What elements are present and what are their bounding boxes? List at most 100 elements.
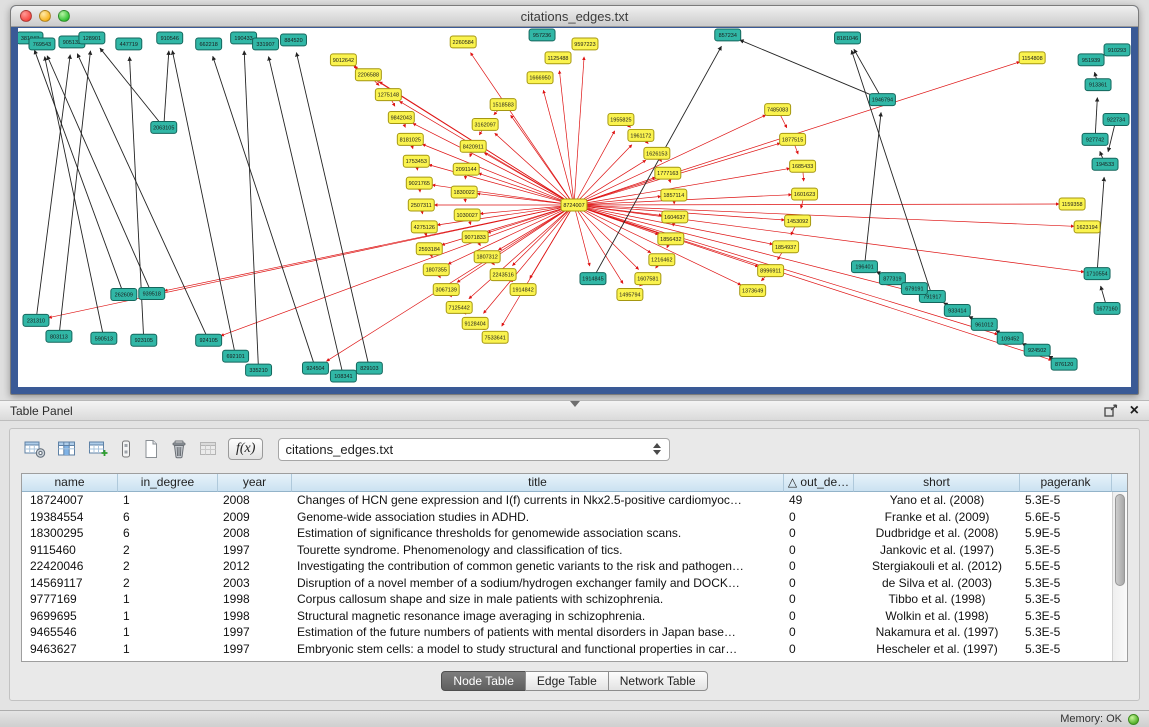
graph-node[interactable]: 2260584 (450, 36, 476, 48)
table-row[interactable]: 911546021997Tourette syndrome. Phenomeno… (22, 542, 1112, 559)
graph-node[interactable]: 1854937 (773, 241, 799, 253)
graph-node[interactable]: 910293 (1104, 44, 1130, 56)
graph-edge[interactable] (854, 49, 880, 94)
graph-edge[interactable] (543, 90, 572, 199)
graph-edge[interactable] (795, 145, 798, 154)
graph-edge[interactable] (574, 57, 584, 199)
graph-node[interactable]: 196401 (852, 261, 878, 273)
graph-node[interactable]: 231310 (23, 314, 49, 326)
create-column-button[interactable] (141, 437, 161, 461)
column-header-in_degree[interactable]: in_degree (118, 474, 218, 492)
graph-node[interactable]: 590513 (91, 332, 117, 344)
graph-edge[interactable] (1095, 98, 1097, 134)
close-panel-icon[interactable]: × (1130, 403, 1139, 419)
graph-node[interactable]: 1518583 (490, 99, 516, 111)
graph-edge[interactable] (172, 51, 234, 351)
graph-edge[interactable] (37, 55, 70, 315)
graph-edge[interactable] (1095, 72, 1097, 79)
graph-node[interactable]: 924502 (1024, 344, 1050, 356)
graph-node[interactable]: 1877515 (780, 133, 806, 145)
graph-edge[interactable] (852, 50, 931, 291)
graph-node[interactable]: 1753453 (403, 155, 429, 167)
graph-node[interactable]: 924105 (196, 334, 222, 346)
graph-node[interactable]: 829103 (356, 362, 382, 374)
graph-node[interactable]: 1601623 (792, 188, 818, 200)
close-window-button[interactable] (20, 10, 32, 22)
graph-edge[interactable] (577, 131, 615, 200)
graph-node[interactable]: 335210 (246, 364, 272, 376)
zoom-window-button[interactable] (58, 10, 70, 22)
graph-node[interactable]: 961012 (971, 318, 997, 330)
graph-node[interactable]: 2206588 (355, 69, 381, 81)
graph-node[interactable]: 9012642 (330, 54, 356, 66)
panel-resize-notch-icon[interactable] (570, 401, 580, 407)
graph-node[interactable]: 1830022 (451, 186, 477, 198)
graph-node[interactable]: 1453092 (785, 215, 811, 227)
column-header-out_degree[interactable]: △ out_de… (784, 474, 854, 492)
table-mode-button[interactable] (22, 437, 48, 461)
graph-node[interactable]: 933414 (944, 304, 970, 316)
graph-edge[interactable] (213, 56, 314, 362)
column-header-short[interactable]: short (854, 474, 1020, 492)
graph-node[interactable]: 7533641 (482, 331, 508, 343)
graph-edge[interactable] (803, 172, 804, 181)
window-titlebar[interactable]: citations_edges.txt (11, 6, 1138, 27)
graph-node[interactable]: 951939 (1078, 54, 1104, 66)
graph-edge[interactable] (244, 51, 258, 364)
row-selection-button[interactable] (118, 437, 134, 461)
graph-node[interactable]: 877319 (879, 273, 905, 285)
graph-edge[interactable] (580, 207, 920, 294)
table-row[interactable]: 1938455462009Genome-wide association stu… (22, 509, 1112, 526)
function-builder-button[interactable]: f(x) (228, 438, 263, 460)
graph-node[interactable]: 9128404 (462, 317, 488, 329)
show-columns-button[interactable] (55, 437, 79, 461)
graph-node[interactable]: 447719 (116, 38, 142, 50)
graph-node[interactable]: 1807312 (474, 251, 500, 263)
graph-node[interactable]: 9021765 (406, 177, 432, 189)
tab-edge-table[interactable]: Edge Table (525, 671, 609, 691)
graph-edge[interactable] (1100, 151, 1103, 158)
graph-node[interactable]: 803113 (46, 330, 72, 342)
graph-node[interactable]: 128901 (79, 32, 105, 44)
graph-node[interactable]: 1666950 (527, 72, 553, 84)
graph-node[interactable]: 1961172 (628, 129, 654, 141)
graph-node[interactable]: 857234 (715, 29, 741, 41)
graph-node[interactable]: 922734 (1103, 114, 1129, 126)
graph-node[interactable]: 194533 (1092, 158, 1118, 170)
graph-node[interactable]: 7485083 (765, 104, 791, 116)
graph-node[interactable]: 108341 (330, 370, 356, 382)
column-header-year[interactable]: year (218, 474, 292, 492)
graph-node[interactable]: 262609 (111, 289, 137, 301)
graph-node[interactable]: 927742 (1082, 133, 1108, 145)
table-row[interactable]: 946554611997Estimation of the future num… (22, 624, 1112, 641)
scrollbar-thumb[interactable] (1115, 494, 1125, 586)
graph-edge[interactable] (164, 51, 169, 122)
graph-node[interactable]: 1710554 (1084, 268, 1110, 280)
graph-node[interactable]: 1856432 (658, 233, 684, 245)
table-row[interactable]: 1872400712008Changes of HCN gene express… (22, 492, 1112, 509)
graph-edge[interactable] (580, 204, 1059, 205)
graph-node[interactable]: 7125442 (446, 301, 472, 313)
graph-node[interactable]: 9597223 (572, 38, 598, 50)
graph-edge[interactable] (34, 50, 121, 289)
delete-columns-button[interactable] (168, 437, 190, 462)
graph-node[interactable]: 1495794 (617, 289, 643, 301)
graph-node[interactable]: 769543 (29, 38, 55, 50)
delete-table-button[interactable] (197, 437, 221, 461)
graph-edge[interactable] (579, 160, 646, 202)
table-row[interactable]: 946362711997Embryonic stem cells: a mode… (22, 641, 1112, 658)
table-row[interactable]: 1456911722003Disruption of a novel membe… (22, 575, 1112, 592)
graph-edge[interactable] (780, 115, 786, 128)
graph-node[interactable]: 1607581 (635, 273, 661, 285)
graph-node[interactable]: 924504 (302, 362, 328, 374)
graph-edge[interactable] (578, 145, 632, 201)
graph-node[interactable]: 939518 (139, 288, 165, 300)
table-row[interactable]: 977716911998Corpus callosum shape and si… (22, 591, 1112, 608)
graph-node[interactable]: 1777163 (655, 167, 681, 179)
graph-node[interactable]: 692101 (223, 350, 249, 362)
graph-edge[interactable] (580, 196, 661, 204)
graph-node[interactable]: 876120 (1051, 358, 1077, 370)
graph-edge[interactable] (512, 209, 569, 265)
graph-node[interactable]: 3067139 (433, 284, 459, 296)
graph-node[interactable]: 1685433 (790, 160, 816, 172)
